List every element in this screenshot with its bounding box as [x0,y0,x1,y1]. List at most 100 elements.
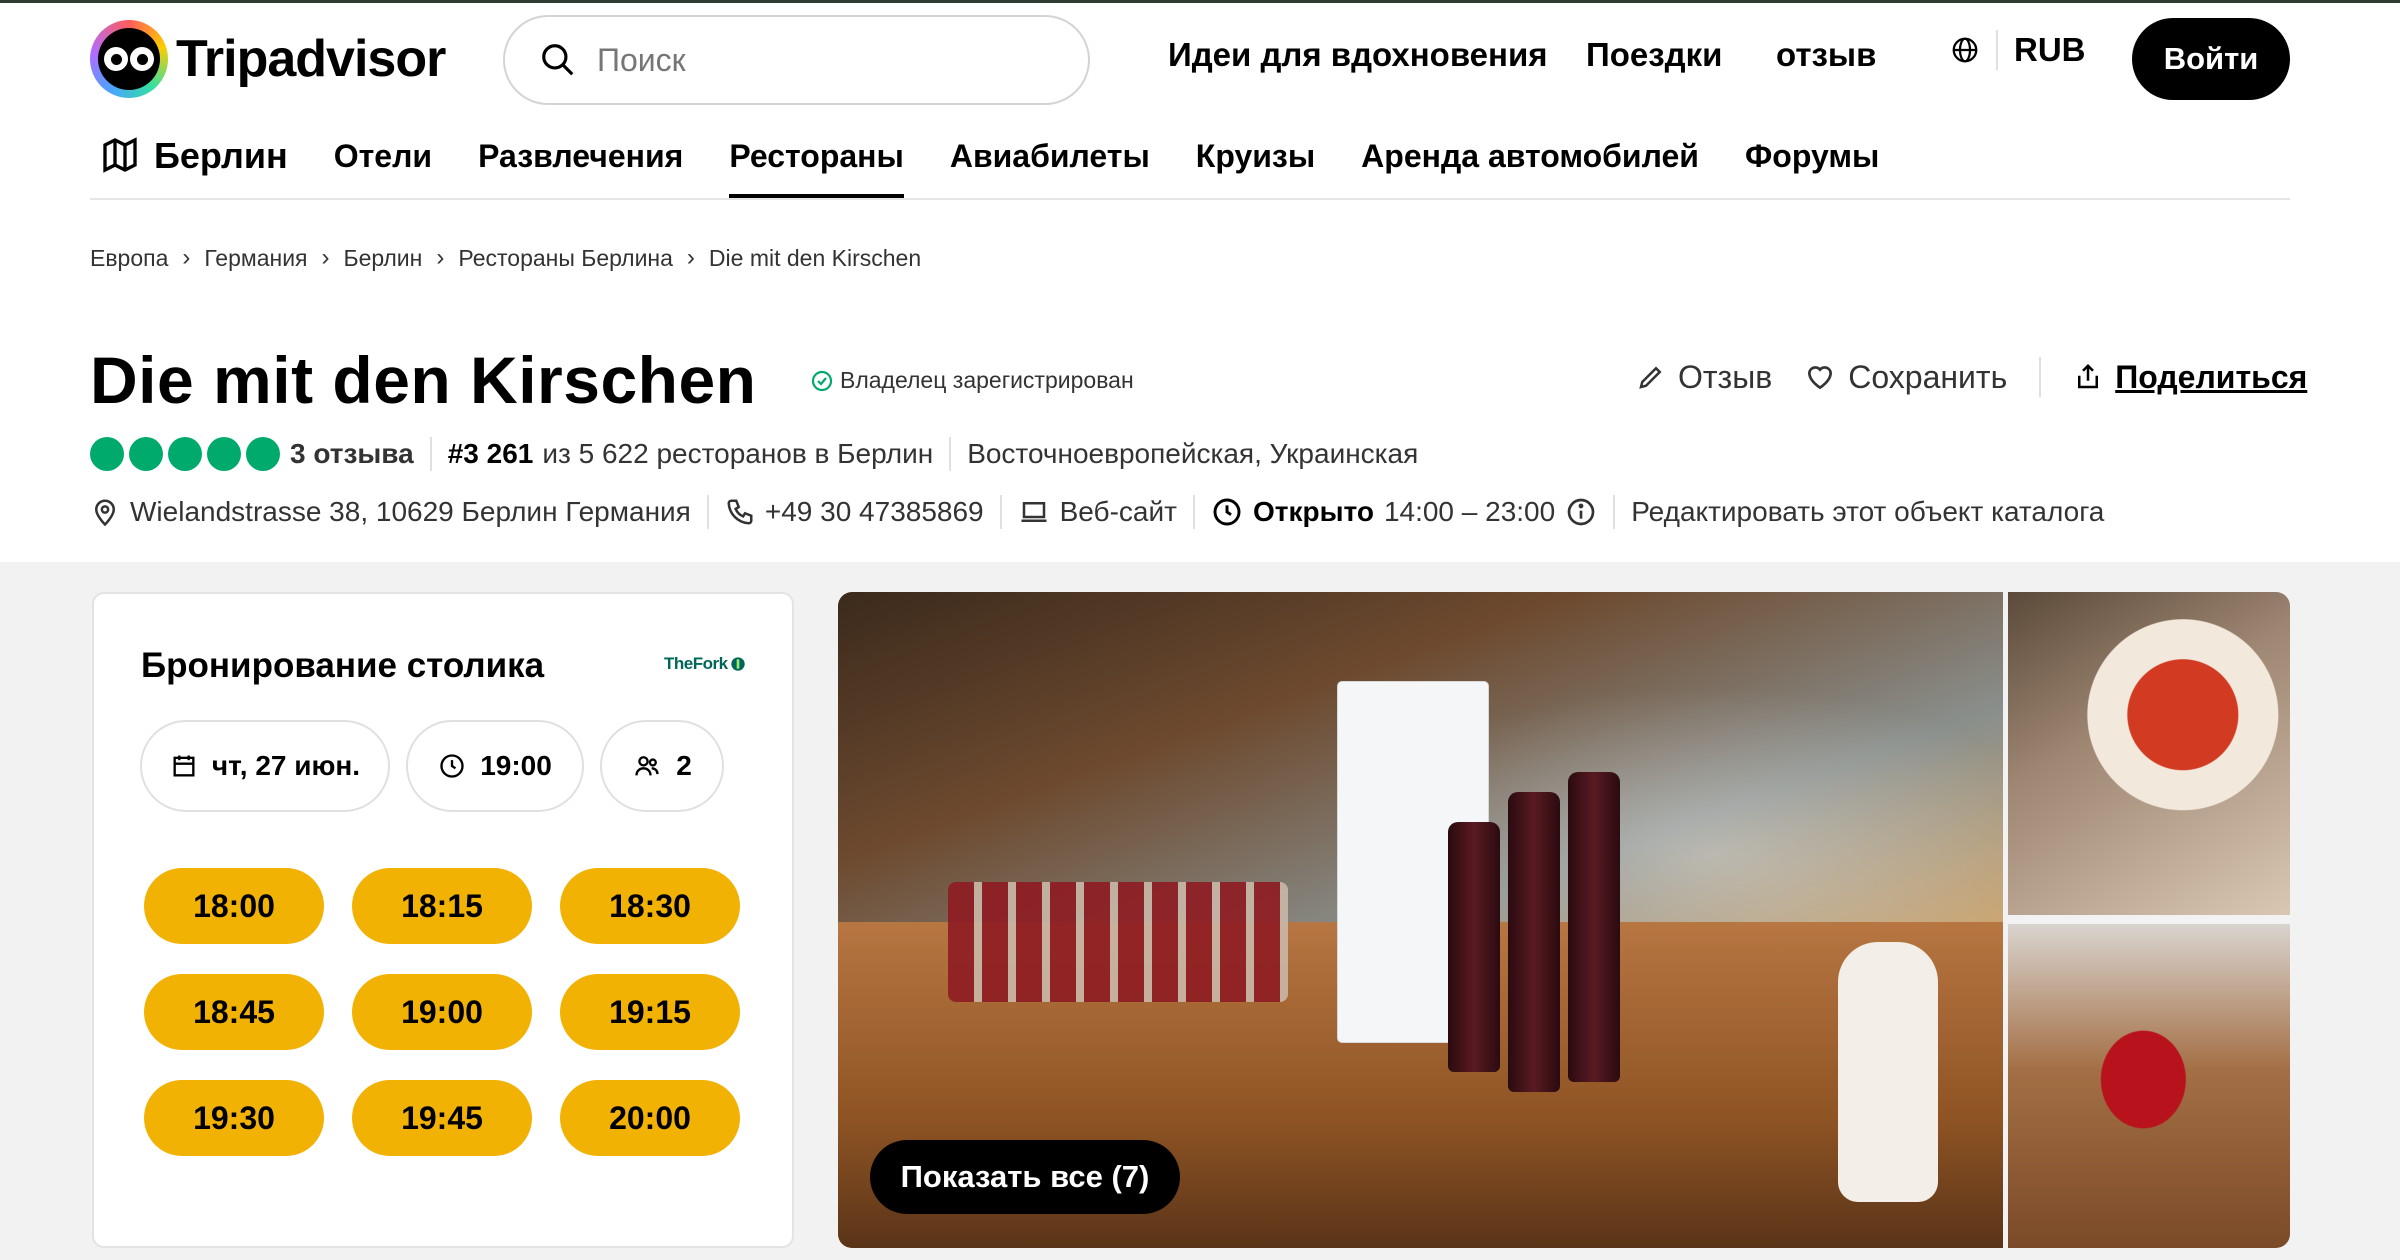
date-value: чт, 27 июн. [211,750,361,781]
time-slot[interactable]: 19:00 [352,974,532,1050]
pencil-icon [1639,366,1662,389]
partner-name: TheFork [664,654,728,673]
save-label: Сохранить [1848,358,2008,395]
open-status: Открыто [1252,496,1374,527]
photo-thumbnail[interactable] [2008,924,2290,1248]
time-slot[interactable]: 20:00 [560,1080,740,1156]
cuisine: Восточноевропейская, Украинская [967,438,1419,469]
save-button[interactable]: Сохранить [1804,359,2007,396]
divider [999,495,1002,529]
rating-bubble-icon [246,437,280,471]
time-slot[interactable]: 18:45 [144,974,324,1050]
rating-bubble-icon [207,437,241,471]
guests-value: 2 [676,750,692,781]
search-icon [542,44,574,76]
breadcrumb-item[interactable]: Рестораны Берлина [458,245,673,272]
breadcrumb-item[interactable]: Европа [90,245,168,272]
owner-label: Владелец зарегистрирован [840,367,1134,393]
tab-restaurants[interactable]: Рестораны [729,130,904,198]
time-slot[interactable]: 18:15 [352,868,532,944]
photo-glasses [948,882,1288,1002]
tab-car-rental[interactable]: Аренда автомобилей [1361,130,1699,198]
logo[interactable]: Tripadvisor [90,20,446,98]
breadcrumb: Европа › Германия › Берлин › Рестораны Б… [90,244,921,272]
rating-bubbles [90,437,280,471]
divider [1996,30,1998,70]
tab-flights[interactable]: Авиабилеты [950,130,1150,198]
clock-icon [1213,498,1241,526]
clock-icon [440,754,464,778]
divider [706,495,709,529]
time-value: 19:00 [480,750,552,781]
rank: #3 261 [447,438,534,469]
verified-icon [811,370,833,391]
opening-hours[interactable]: Открыто 14:00 – 23:00 [1211,496,1597,528]
search-bar[interactable] [503,15,1090,105]
breadcrumb-current: Die mit den Kirschen [708,244,922,271]
review-label: Отзыв [1678,358,1773,395]
currency-label: RUB [2014,31,2086,68]
photo-vase [1838,942,1938,1202]
share-label: Поделиться [2115,358,2308,395]
chevron-right-icon: › [686,244,695,271]
guests-selector[interactable]: 2 [600,720,724,812]
tab-hotels[interactable]: Отели [334,130,432,198]
show-all-photos-button[interactable]: Показать все (7) [870,1140,1180,1214]
reviews-count[interactable]: 3 отзыва [290,438,414,470]
phone-icon [727,499,753,525]
time-selector[interactable]: 19:00 [406,720,584,812]
website-link[interactable]: Веб-сайт [1018,496,1177,528]
tab-forums[interactable]: Форумы [1745,130,1879,198]
share-button[interactable]: Поделиться [2073,359,2307,396]
photo-thumbnail[interactable] [2008,592,2290,915]
address[interactable]: Wielandstrasse 38, 10629 Берлин Германия [90,496,691,528]
date-selector[interactable]: чт, 27 июн. [140,720,390,812]
category-nav: Берлин Отели Развлечения Рестораны Авиаб… [100,130,1879,198]
logo-text: Tripadvisor [176,30,446,88]
breadcrumb-item[interactable]: Берлин [344,245,423,272]
photo-bottle [1508,792,1560,1092]
thefork-logo: TheFork [664,654,746,674]
phone[interactable]: +49 30 47385869 [725,496,984,528]
city-label: Берлин [154,135,288,176]
breadcrumb-item[interactable]: Германия [204,245,307,272]
heart-icon [1808,366,1833,390]
info-row: Wielandstrasse 38, 10629 Берлин Германия… [90,492,2104,532]
divider [1192,495,1195,529]
time-slot[interactable]: 18:00 [144,868,324,944]
divider [1613,495,1616,529]
review-button[interactable]: Отзыв [1636,359,1772,396]
nav-review[interactable]: отзыв [1776,36,1876,74]
owner-badge[interactable]: Владелец зарегистрирован [810,367,1134,394]
nav-ideas[interactable]: Идеи для вдохновения [1168,36,1548,74]
globe-icon [1952,37,1978,63]
tab-attractions[interactable]: Развлечения [478,130,683,198]
photo-bottle [1568,772,1620,1082]
rating-bubble-icon [168,437,202,471]
edit-listing-link[interactable]: Редактировать этот объект каталога [1631,496,2104,528]
location-pin-icon [94,499,116,527]
action-bar: Отзыв Сохранить Поделиться [1636,357,2307,397]
chevron-right-icon: › [321,244,330,271]
laptop-icon [1021,502,1047,522]
nav-trips[interactable]: Поездки [1586,36,1722,74]
map-icon [103,137,137,173]
reservation-title: Бронирование столика [141,646,545,685]
time-slot[interactable]: 19:15 [560,974,740,1050]
search-input[interactable] [597,41,1037,79]
time-slot[interactable]: 19:30 [144,1080,324,1156]
rating-bubble-icon [90,437,124,471]
divider [429,437,432,471]
share-icon [2078,363,2099,389]
city-selector[interactable]: Берлин [100,130,288,198]
login-button[interactable]: Войти [2132,18,2290,100]
chevron-right-icon: › [182,244,191,271]
time-slot[interactable]: 19:45 [352,1080,532,1156]
rank-suffix[interactable]: из 5 622 ресторанов в Берлин [542,438,933,470]
tab-cruises[interactable]: Круизы [1196,130,1315,198]
currency-selector[interactable]: RUB [1950,30,2086,70]
calendar-icon [173,755,195,777]
time-slot[interactable]: 18:30 [560,868,740,944]
info-icon[interactable] [1565,496,1597,528]
photo-bottle [1448,822,1500,1072]
